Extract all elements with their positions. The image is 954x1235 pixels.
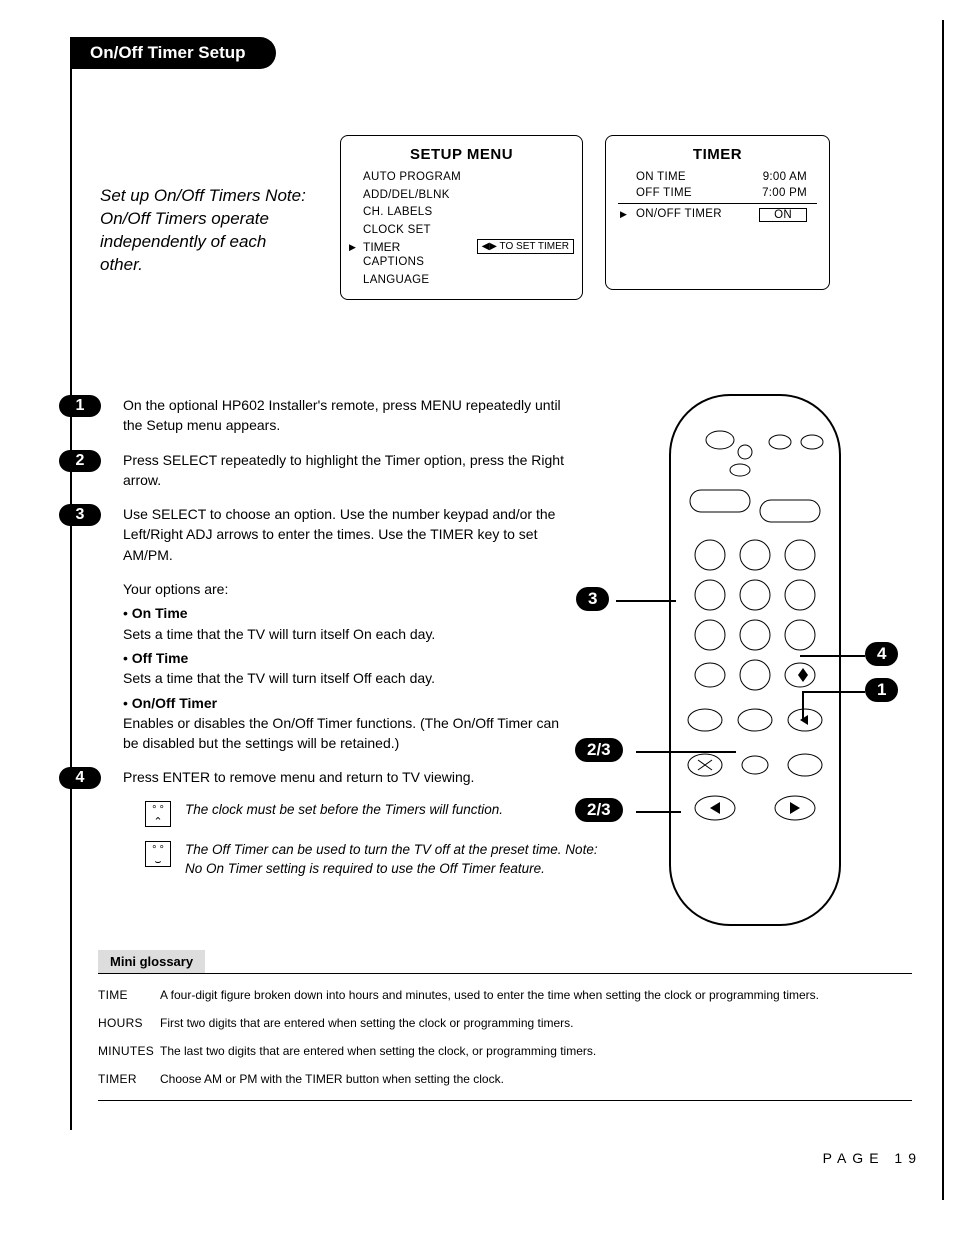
glossary-term: MINUTES [98, 1044, 160, 1058]
timer-row-selected: ON/OFF TIMER ON [618, 203, 817, 224]
menu-item: LANGUAGE [349, 272, 574, 290]
callout-badge: 4 [865, 642, 898, 666]
menu-item: ADD/DEL/BLNK [349, 187, 574, 205]
menu-item-selected: TIMER ◀▶ TO SET TIMER [349, 239, 574, 254]
callout-badge: 2/3 [575, 738, 623, 762]
glossary-def: First two digits that are entered when s… [160, 1016, 912, 1030]
timer-row: OFF TIME 7:00 PM [618, 185, 817, 201]
glossary-title: Mini glossary [98, 950, 205, 974]
callout-badge: 1 [865, 678, 898, 702]
page-number: PAGE 19 [823, 1150, 922, 1166]
option-name: Off Time [132, 650, 189, 666]
callout-line [802, 691, 804, 721]
step-text: Press SELECT repeatedly to highlight the… [123, 450, 575, 491]
timer-menu-title: TIMER [618, 146, 817, 163]
step-badge: 4 [59, 767, 101, 789]
callout-line [616, 600, 676, 602]
step-badge-blank: . [59, 579, 101, 601]
callout-line [636, 811, 681, 813]
menu-item: AUTO PROGRAM [349, 169, 574, 187]
note-text: The Off Timer can be used to turn the TV… [185, 841, 615, 879]
option-name: On/Off Timer [132, 695, 217, 711]
timer-row: ON TIME 9:00 AM [618, 169, 817, 185]
glossary-box: Mini glossary TIMEA four-digit figure br… [98, 950, 912, 1101]
setup-menu-box: SETUP MENU AUTO PROGRAM ADD/DEL/BLNK CH.… [340, 135, 583, 300]
timer-row-label: OFF TIME [636, 187, 692, 199]
steps-list: 1 On the optional HP602 Installer's remo… [65, 395, 575, 803]
timer-row-value: 7:00 PM [762, 187, 807, 199]
option-desc: Enables or disables the On/Off Timer fun… [123, 713, 575, 754]
glossary-def: Choose AM or PM with the TIMER button wh… [160, 1072, 912, 1086]
menu-item: CLOCK SET [349, 222, 574, 240]
timer-row-label: ON TIME [636, 171, 686, 183]
callout-line [636, 751, 736, 753]
timer-row-label: ON/OFF TIMER [636, 208, 722, 222]
callout-line [800, 655, 865, 657]
setup-menu-title: SETUP MENU [349, 146, 574, 163]
glossary-def: The last two digits that are entered whe… [160, 1044, 912, 1058]
note-row: ° °⌃ The clock must be set before the Ti… [145, 801, 615, 827]
note-row: ° °⌣ The Off Timer can be used to turn t… [145, 841, 615, 879]
timer-row-value: ON [759, 208, 807, 222]
menu-item: CH. LABELS [349, 204, 574, 222]
section-header: On/Off Timer Setup [70, 37, 276, 69]
menu-item: CAPTIONS [349, 254, 574, 272]
step-badge: 1 [59, 395, 101, 417]
glossary-def: A four-digit figure broken down into hou… [160, 988, 912, 1002]
option-name: On Time [132, 605, 188, 621]
step-text: On the optional HP602 Installer's remote… [123, 395, 575, 436]
glossary-term: TIMER [98, 1072, 160, 1086]
callout-line [802, 691, 865, 693]
step-text: Use SELECT to choose an option. Use the … [123, 504, 575, 565]
step-badge: 3 [59, 504, 101, 526]
glossary-term: TIME [98, 988, 160, 1002]
callout-badge: 3 [576, 587, 609, 611]
options-intro: Your options are: [123, 581, 228, 597]
glossary-term: HOURS [98, 1016, 160, 1030]
sad-face-icon: ° °⌃ [145, 801, 171, 827]
step-text: Press ENTER to remove menu and return to… [123, 767, 575, 787]
timer-row-value: 9:00 AM [763, 171, 807, 183]
note-text: The clock must be set before the Timers … [185, 801, 503, 820]
step-badge: 2 [59, 450, 101, 472]
option-desc: Sets a time that the TV will turn itself… [123, 624, 575, 644]
intro-text: Set up On/Off Timers Note: On/Off Timers… [100, 185, 310, 277]
happy-face-icon: ° °⌣ [145, 841, 171, 867]
remote-illustration [640, 390, 870, 930]
menu-item-hint: ◀▶ TO SET TIMER [477, 239, 574, 254]
option-desc: Sets a time that the TV will turn itself… [123, 668, 575, 688]
menu-item-label: TIMER [349, 240, 400, 254]
page: On/Off Timer Setup Set up On/Off Timers … [20, 20, 944, 1200]
callout-badge: 2/3 [575, 798, 623, 822]
options-block: Your options are: • On Time Sets a time … [123, 579, 575, 753]
timer-menu-box: TIMER ON TIME 9:00 AM OFF TIME 7:00 PM O… [605, 135, 830, 290]
